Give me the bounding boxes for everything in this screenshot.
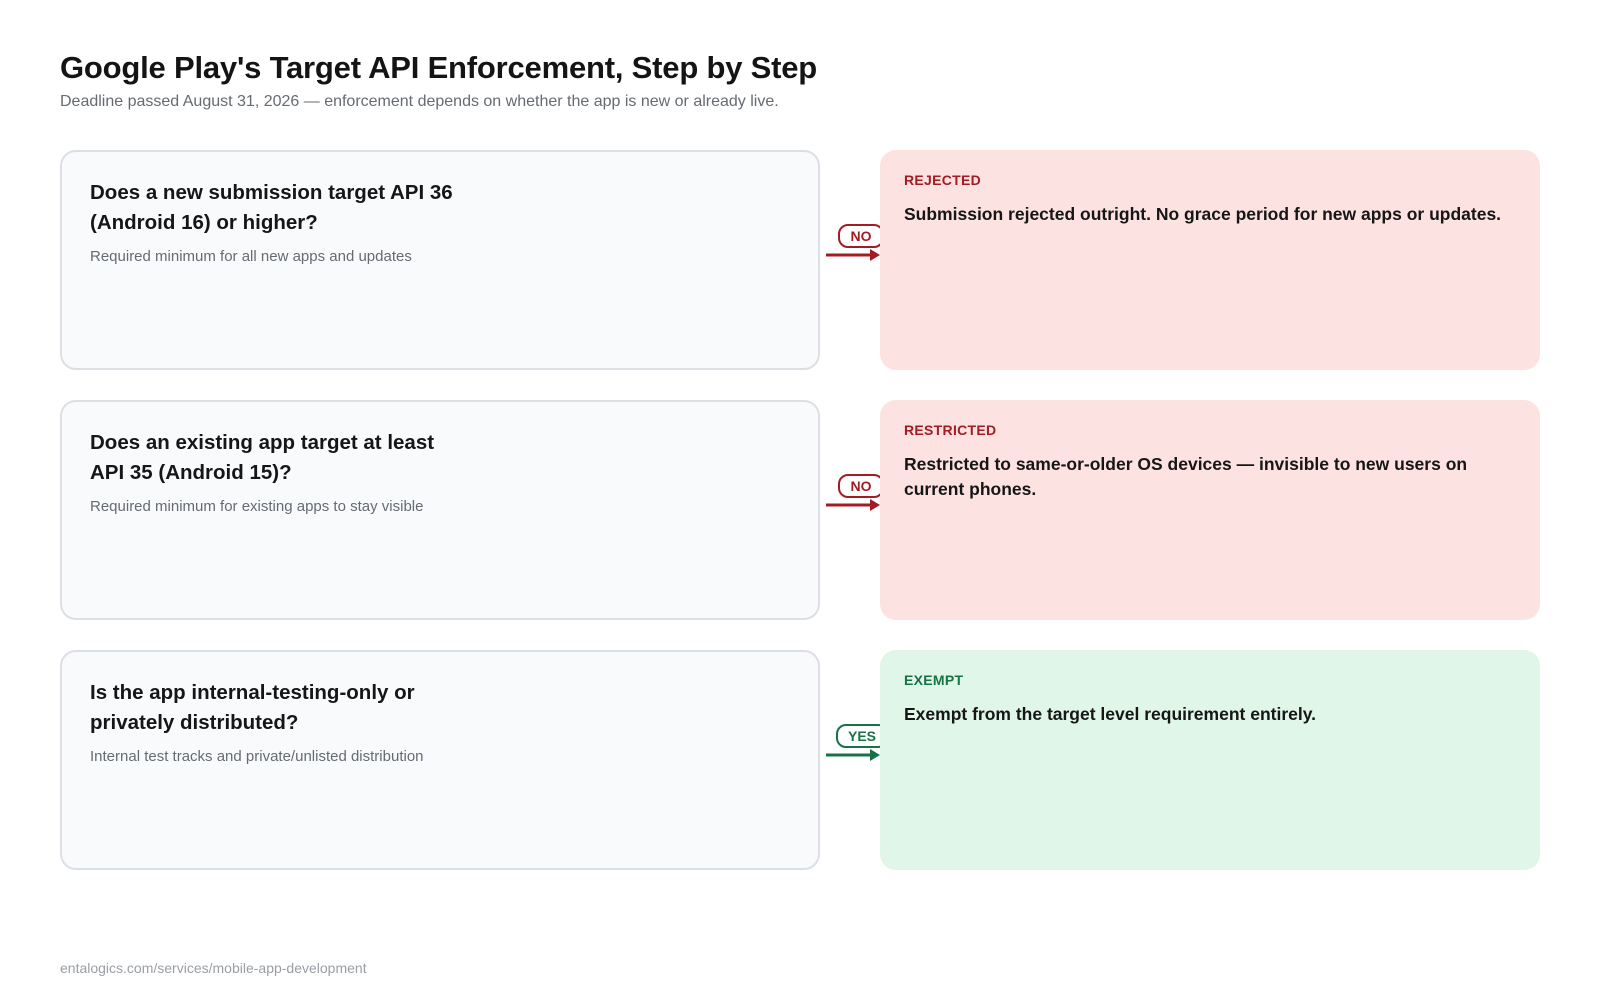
branch-connector-2: NO <box>826 474 884 524</box>
decision-row-1: Does a new submission target API 36 (And… <box>60 150 1540 370</box>
question-note-3: Internal test tracks and private/unliste… <box>90 748 424 765</box>
decision-row-3: Is the app internal-testing-only or priv… <box>60 650 1540 870</box>
branch-connector-1: NO <box>826 224 884 274</box>
question-note-2: Required minimum for existing apps to st… <box>90 498 424 515</box>
branch-connector-3: YES <box>826 724 889 774</box>
branch-arrow-3 <box>826 749 880 761</box>
outcome-text-2: Restricted to same-or-older OS devices —… <box>904 454 1468 499</box>
footer-url: entalogics.com/services/mobile-app-devel… <box>60 960 367 976</box>
outcome-tag-1: REJECTED <box>904 172 982 188</box>
page-title: Google Play's Target API Enforcement, St… <box>60 50 818 85</box>
outcome-tag-3: EXEMPT <box>904 672 964 688</box>
question-text-2: Does an existing app target at least API… <box>90 431 435 484</box>
outcome-card-restricted: RESTRICTED Restricted to same-or-older O… <box>880 400 1540 620</box>
outcome-text-1: Submission rejected outright. No grace p… <box>904 204 1502 224</box>
question-note-1: Required minimum for all new apps and up… <box>90 248 412 265</box>
question-card-3: Is the app internal-testing-only or priv… <box>60 650 820 870</box>
flowchart-page: Google Play's Target API Enforcement, St… <box>0 0 1600 1000</box>
outcome-card-exempt: EXEMPT Exempt from the target level requ… <box>880 650 1540 870</box>
branch-arrow-1 <box>826 249 880 261</box>
question-card-1: Does a new submission target API 36 (And… <box>60 150 820 370</box>
question-text-1: Does a new submission target API 36 (And… <box>90 181 453 234</box>
outcome-tag-2: RESTRICTED <box>904 422 997 438</box>
outcome-card-rejected: REJECTED Submission rejected outright. N… <box>880 150 1540 370</box>
outcome-text-3: Exempt from the target level requirement… <box>904 704 1317 724</box>
decision-row-2: Does an existing app target at least API… <box>60 400 1540 620</box>
page-subtitle: Deadline passed August 31, 2026 — enforc… <box>60 93 779 110</box>
question-text-3: Is the app internal-testing-only or priv… <box>90 681 415 734</box>
arrow-head-1 <box>870 249 880 261</box>
arrow-head-2 <box>870 499 880 511</box>
branch-arrow-2 <box>826 499 880 511</box>
arrow-head-3 <box>870 749 880 761</box>
question-card-2: Does an existing app target at least API… <box>60 400 820 620</box>
